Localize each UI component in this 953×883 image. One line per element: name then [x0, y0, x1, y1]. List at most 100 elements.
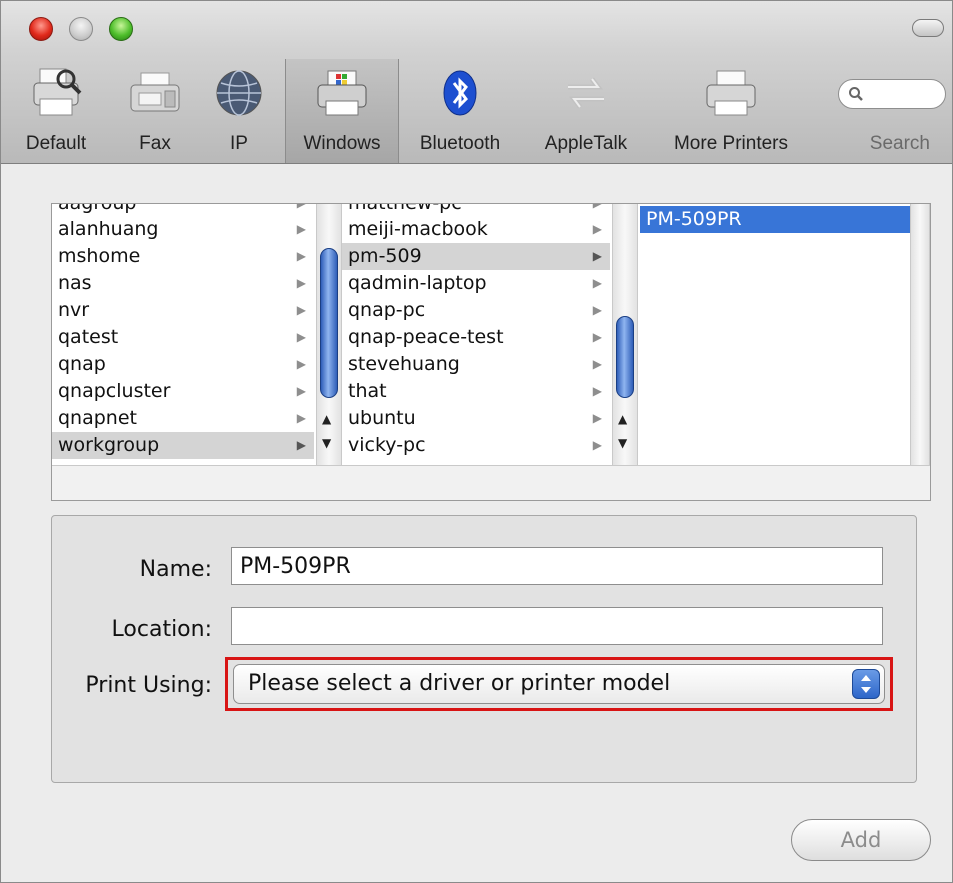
updown-arrows-icon [852, 669, 880, 699]
toolbar-item-bluetooth[interactable]: Bluetooth [405, 59, 515, 163]
appletalk-icon [568, 77, 604, 109]
zoom-window-button[interactable] [109, 17, 133, 41]
more-printers-icon [706, 70, 756, 116]
list-item-label: qnap-pc [348, 299, 426, 321]
bluetooth-icon [443, 70, 477, 116]
print-using-label: Print Using: [85, 673, 212, 698]
toolbar-item-label: Default [25, 133, 87, 154]
list-item-label: qatest [58, 326, 119, 348]
list-item-label: vicky-pc [348, 434, 426, 456]
list-item[interactable]: qnap-pc ▶ [342, 297, 610, 324]
disclosure-arrow-icon: ▶ [592, 384, 602, 398]
list-item-label: PM-509PR [646, 208, 742, 230]
list-item-label: qnapnet [58, 407, 137, 429]
list-item[interactable]: nvr ▶ [52, 297, 314, 324]
disclosure-arrow-icon: ▶ [296, 222, 306, 236]
disclosure-arrow-icon: ▶ [296, 411, 306, 425]
disclosure-arrow-icon: ▶ [296, 276, 306, 290]
fax-icon [130, 72, 180, 112]
disclosure-arrow-icon: ▶ [592, 438, 602, 452]
column3-scrollbar[interactable] [910, 204, 930, 466]
list-item[interactable]: qnapcluster ▶ [52, 378, 314, 405]
list-item[interactable]: mshome ▶ [52, 243, 314, 270]
toolbar-item-fax[interactable]: Fax [111, 59, 199, 163]
toolbar-item-appletalk[interactable]: AppleTalk [527, 59, 645, 163]
column2-scrollbar[interactable]: ▲ ▼ [612, 204, 638, 466]
toolbar-item-default[interactable]: Default [11, 59, 101, 163]
list-item-label: qnapcluster [58, 380, 171, 402]
scroll-thumb[interactable] [616, 316, 634, 398]
add-printer-window: Default Fax IP Windows Bluetooth AppleTa… [0, 0, 953, 883]
search-label: Search [869, 133, 930, 154]
list-item-label: ubuntu [348, 407, 416, 429]
search-icon [849, 87, 863, 101]
scroll-up-arrow-icon[interactable]: ▲ [322, 412, 331, 426]
list-item-label: meiji-macbook [348, 218, 488, 240]
list-item-label: matthew-pc [348, 204, 462, 214]
list-item[interactable]: ubuntu ▶ [342, 405, 610, 432]
minimize-window-button[interactable] [69, 17, 93, 41]
toolbar-item-label: IP [230, 133, 248, 154]
scroll-down-arrow-icon[interactable]: ▼ [322, 436, 331, 450]
disclosure-arrow-icon: ▶ [296, 357, 306, 371]
scroll-up-arrow-icon[interactable]: ▲ [618, 412, 627, 426]
list-item-label: mshome [58, 245, 141, 267]
print-using-select[interactable]: Please select a driver or printer model [233, 664, 885, 704]
toolbar-item-label: More Printers [673, 133, 789, 154]
list-item[interactable]: qatest ▶ [52, 324, 314, 351]
disclosure-arrow-icon: ▶ [592, 330, 602, 344]
disclosure-arrow-icon: ▶ [296, 438, 306, 452]
list-item-selected[interactable]: PM-509PR [640, 206, 910, 233]
printer-browser: aagroup ▶ alanhuang ▶ mshome ▶ nas ▶ nvr ▶ qa… [51, 203, 931, 501]
disclosure-arrow-icon: ▶ [592, 249, 602, 263]
list-item-label: alanhuang [58, 218, 159, 240]
default-printer-icon [33, 68, 82, 116]
toolbar: Default Fax IP Windows Bluetooth AppleTa… [1, 1, 952, 164]
list-item-label: stevehuang [348, 353, 460, 375]
disclosure-arrow-icon: ▶ [592, 357, 602, 371]
list-item-label: qnap [58, 353, 106, 375]
list-item[interactable]: vicky-pc ▶ [342, 432, 610, 459]
disclosure-arrow-icon: ▶ [592, 303, 602, 317]
list-item-selected[interactable]: workgroup ▶ [52, 432, 314, 459]
toolbar-item-windows[interactable]: Windows [285, 59, 399, 163]
disclosure-arrow-icon: ▶ [296, 384, 306, 398]
list-item[interactable]: qnap-peace-test ▶ [342, 324, 610, 351]
toolbar-item-more-printers[interactable]: More Printers [653, 59, 809, 163]
scroll-down-arrow-icon[interactable]: ▼ [618, 436, 627, 450]
name-field[interactable] [231, 547, 883, 585]
search-field[interactable] [838, 79, 946, 109]
list-item[interactable]: that ▶ [342, 378, 610, 405]
toolbar-item-label: Windows [303, 133, 381, 154]
list-item[interactable]: alanhuang ▶ [52, 216, 314, 243]
list-item[interactable]: stevehuang ▶ [342, 351, 610, 378]
close-window-button[interactable] [29, 17, 53, 41]
list-item[interactable]: meiji-macbook ▶ [342, 216, 610, 243]
list-item[interactable]: qnapnet ▶ [52, 405, 314, 432]
disclosure-arrow-icon: ▶ [592, 276, 602, 290]
location-label: Location: [111, 617, 212, 642]
globe-icon [216, 70, 262, 116]
toolbar-toggle-button[interactable] [912, 19, 944, 37]
scroll-thumb[interactable] [320, 248, 338, 398]
browser-column-printers: PM-509PR [640, 204, 910, 466]
list-item-label: aagroup [58, 204, 136, 214]
disclosure-arrow-icon: ▶ [592, 411, 602, 425]
list-item-label: qnap-peace-test [348, 326, 504, 348]
name-label: Name: [139, 557, 212, 582]
list-item-label: qadmin-laptop [348, 272, 487, 294]
toolbar-item-label: Bluetooth [419, 133, 501, 154]
list-item[interactable]: nas ▶ [52, 270, 314, 297]
disclosure-arrow-icon: ▶ [296, 330, 306, 344]
list-item-label: pm-509 [348, 245, 422, 267]
toolbar-item-label: Fax [139, 133, 171, 154]
column1-scrollbar[interactable]: ▲ ▼ [316, 204, 342, 466]
list-item[interactable]: qadmin-laptop ▶ [342, 270, 610, 297]
list-item-selected[interactable]: pm-509 ▶ [342, 243, 610, 270]
print-using-value: Please select a driver or printer model [248, 671, 671, 696]
horizontal-scrollbar[interactable] [52, 465, 930, 500]
location-field[interactable] [231, 607, 883, 645]
toolbar-item-ip[interactable]: IP [201, 59, 277, 163]
add-button[interactable]: Add [791, 819, 931, 861]
list-item[interactable]: qnap ▶ [52, 351, 314, 378]
